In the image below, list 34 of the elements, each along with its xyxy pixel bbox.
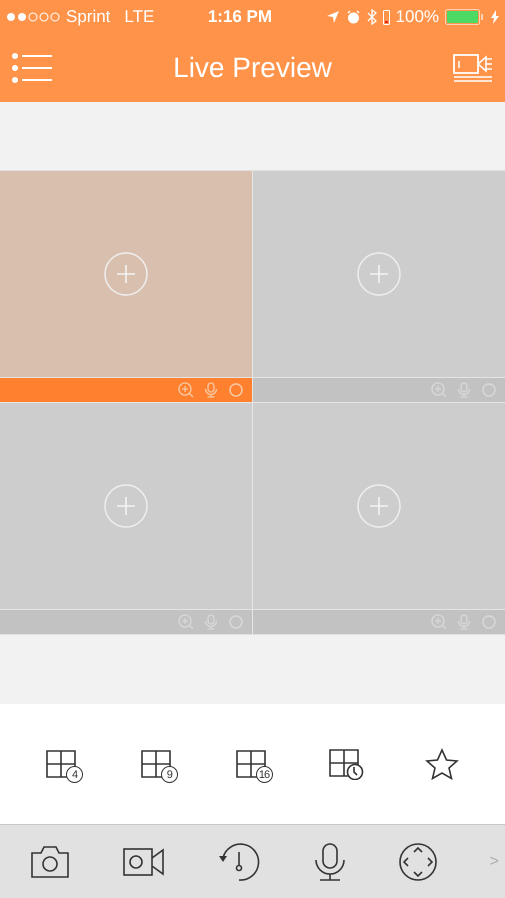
add-icon[interactable]	[356, 251, 402, 297]
add-icon[interactable]	[356, 483, 402, 529]
layout-count: 4	[66, 766, 83, 783]
layout-schedule-icon[interactable]	[328, 748, 366, 780]
video-tile[interactable]	[0, 403, 252, 610]
clock-time: 1:16 PM	[208, 7, 272, 27]
zoom-icon[interactable]	[178, 382, 194, 398]
add-icon[interactable]	[103, 251, 149, 297]
bluetooth-icon	[366, 9, 377, 25]
microphone-icon[interactable]	[312, 842, 347, 882]
location-arrow-icon	[326, 10, 340, 24]
camera-icon[interactable]	[30, 844, 70, 878]
page-title: Live Preview	[173, 52, 332, 84]
battery-percent: 100%	[396, 7, 440, 27]
charging-icon	[491, 10, 500, 24]
video-tile[interactable]	[253, 403, 505, 610]
layout-count: 16	[256, 766, 272, 783]
favorite-star-icon[interactable]	[425, 748, 459, 780]
playback-icon[interactable]	[217, 842, 262, 882]
battery-icon	[445, 9, 486, 25]
record-icon[interactable]	[228, 382, 244, 398]
carrier-name: Sprint	[66, 7, 110, 27]
add-icon[interactable]	[103, 483, 149, 529]
signal-strength-icon	[6, 12, 60, 22]
alarm-icon	[346, 10, 361, 24]
video-list-icon[interactable]	[452, 53, 493, 83]
device-battery-icon	[382, 10, 390, 24]
network-type: LTE	[124, 7, 154, 27]
video-camera-icon[interactable]	[122, 846, 166, 878]
video-tile[interactable]	[253, 171, 505, 378]
video-tile[interactable]	[0, 171, 252, 378]
direction-pad-icon[interactable]	[398, 842, 438, 882]
menu-icon[interactable]	[12, 53, 52, 83]
layout-count: 9	[160, 766, 178, 783]
